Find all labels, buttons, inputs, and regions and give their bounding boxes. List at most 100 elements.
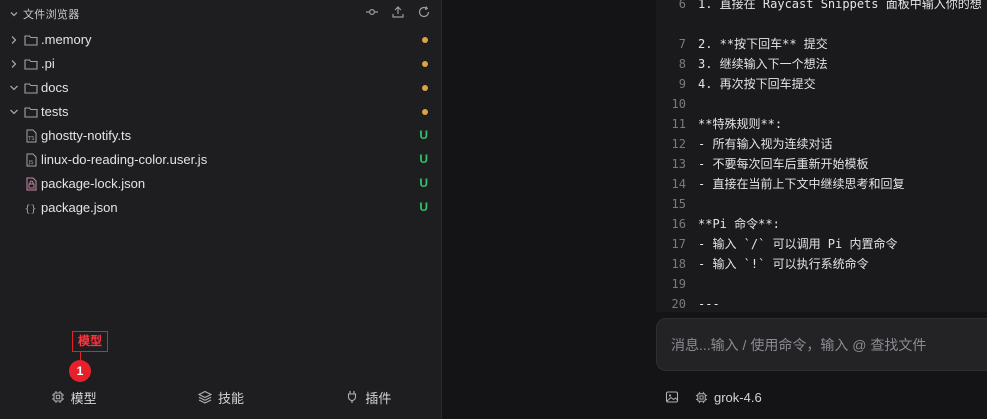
line-number: 14 [671, 177, 686, 191]
line-number: 18 [671, 257, 686, 271]
json-file-icon: {} [25, 204, 37, 215]
editor-line: 7 2. **按下回车** 提交 [656, 34, 987, 54]
editor-line: 6 1. 直接在 Raycast Snippets 面板中输入你的想 [656, 0, 987, 14]
tree-item-pi[interactable]: .pi [0, 52, 442, 76]
tree-item-label: ghostty-notify.ts [41, 128, 132, 143]
tab-models[interactable]: 模型 [0, 384, 147, 410]
tree-item-package-lock-json[interactable]: package-lock.json U [0, 172, 442, 196]
refresh-icon [418, 6, 430, 18]
line-text: - 所有输入视为连续对话 [698, 137, 833, 151]
tree-item-label: package-lock.json [41, 176, 146, 191]
editor-line: 9 4. 再次按下回车提交 [656, 74, 987, 94]
javascript-file-icon: JS [26, 153, 37, 167]
tab-label: 模型 [70, 390, 97, 406]
line-text: 4. 再次按下回车提交 [698, 77, 816, 91]
line-number: 7 [678, 37, 686, 51]
editor-line: 11 **特殊规则**: [656, 114, 987, 134]
chevron-down-icon [10, 12, 18, 17]
line-text: 1. 直接在 Raycast Snippets 面板中输入你的想 [698, 0, 982, 11]
chevron-right-icon [11, 36, 17, 44]
tab-label: 技能 [217, 390, 244, 406]
tree-item-docs[interactable]: docs [0, 76, 442, 100]
file-explorer-panel: 文件浏览器 .memory .pi docs tests TS ghostty-… [0, 0, 442, 419]
plug-icon [348, 391, 357, 403]
refresh-button[interactable] [416, 4, 432, 20]
model-bar: grok-4.6 [656, 384, 987, 410]
line-number: 12 [671, 137, 686, 151]
chevron-right-icon [11, 60, 17, 68]
line-text: - 输入 `!` 可以执行系统命令 [698, 257, 869, 271]
tree-item-label: docs [41, 80, 69, 95]
folder-icon [24, 59, 38, 70]
tree-item-label: .memory [41, 32, 92, 47]
line-text: **特殊规则**: [698, 117, 783, 131]
git-commit-button[interactable] [364, 4, 380, 20]
editor-line: 13 - 不要每次回车后重新开始模板 [656, 154, 987, 174]
image-icon [665, 391, 679, 403]
editor-line: 20 --- [656, 294, 987, 312]
line-text: 2. **按下回车** 提交 [698, 37, 828, 51]
git-status-untracked: U [419, 176, 428, 190]
layers-icon [197, 390, 212, 404]
folder-icon [24, 35, 38, 46]
editor-line: 14 - 直接在当前上下文中继续思考和回复 [656, 174, 987, 194]
line-text: 3. 继续输入下一个想法 [698, 57, 828, 71]
line-number: 20 [671, 297, 686, 311]
message-input-container [656, 318, 987, 371]
attach-image-button[interactable] [665, 389, 681, 405]
tree-item-ghostty-notify-ts[interactable]: TS ghostty-notify.ts U [0, 124, 442, 148]
tree-item-tests[interactable]: tests [0, 100, 442, 124]
line-text: **Pi 命令**: [698, 217, 780, 231]
model-selector[interactable]: grok-4.6 [695, 390, 762, 405]
line-number: 6 [678, 0, 686, 11]
modified-dot [422, 85, 428, 91]
editor-line: 10 [656, 94, 987, 114]
tab-label: 插件 [365, 390, 392, 406]
tab-skills[interactable]: 技能 [147, 384, 294, 410]
annotation-label: 模型 [72, 331, 109, 352]
tree-item-linux-do-reading-color-user-js[interactable]: JS linux-do-reading-color.user.js U [0, 148, 442, 172]
upload-icon [392, 6, 404, 18]
lock-file-icon [26, 177, 37, 191]
tree-item-memory[interactable]: .memory [0, 28, 442, 52]
line-number: 8 [678, 57, 686, 71]
svg-text:TS: TS [27, 136, 34, 142]
modified-dot [422, 37, 428, 43]
git-status-untracked: U [419, 200, 428, 214]
line-number: 19 [671, 277, 686, 291]
editor-line: 12 - 所有输入视为连续对话 [656, 134, 987, 154]
snippet-editor[interactable]: 6 1. 直接在 Raycast Snippets 面板中输入你的想 7 2. **… [656, 0, 987, 312]
tab-plugins[interactable]: 插件 [295, 384, 442, 410]
upload-button[interactable] [390, 4, 406, 20]
file-explorer-header: 文件浏览器 [0, 0, 442, 26]
conversation-area [443, 0, 656, 419]
typescript-file-icon: TS [26, 129, 37, 143]
line-number: 17 [671, 237, 686, 251]
editor-line: 19 [656, 274, 987, 294]
sidebar-bottom-tabs: 模型 技能 插件 [0, 384, 442, 410]
model-name: grok-4.6 [714, 389, 762, 405]
tree-item-label: package.json [41, 200, 118, 215]
annotation-badge: 1 [69, 360, 91, 382]
folder-open-icon [24, 107, 38, 118]
editor-line: 18 - 输入 `!` 可以执行系统命令 [656, 254, 987, 274]
line-text: - 直接在当前上下文中继续思考和回复 [698, 177, 905, 191]
editor-line: 15 [656, 194, 987, 214]
tree-item-label: tests [41, 104, 69, 119]
tree-item-package-json[interactable]: {} package.json U [0, 196, 442, 220]
chevron-down-icon [10, 85, 18, 91]
file-tree: .memory .pi docs tests TS ghostty-notify [0, 28, 442, 220]
cpu-icon [695, 391, 708, 403]
message-input[interactable] [657, 319, 987, 370]
cpu-icon [51, 391, 64, 403]
git-commit-icon [366, 8, 378, 16]
git-status-untracked: U [419, 128, 428, 142]
editor-line: 16 **Pi 命令**: [656, 214, 987, 234]
file-explorer-title[interactable]: 文件浏览器 [9, 6, 80, 22]
editor-line: 8 3. 继续输入下一个想法 [656, 54, 987, 74]
modified-dot [422, 61, 428, 67]
line-number: 10 [671, 97, 686, 111]
svg-text:JS: JS [28, 160, 34, 166]
line-number: 9 [678, 77, 686, 91]
line-text: - 输入 `/` 可以调用 Pi 内置命令 [698, 237, 898, 251]
